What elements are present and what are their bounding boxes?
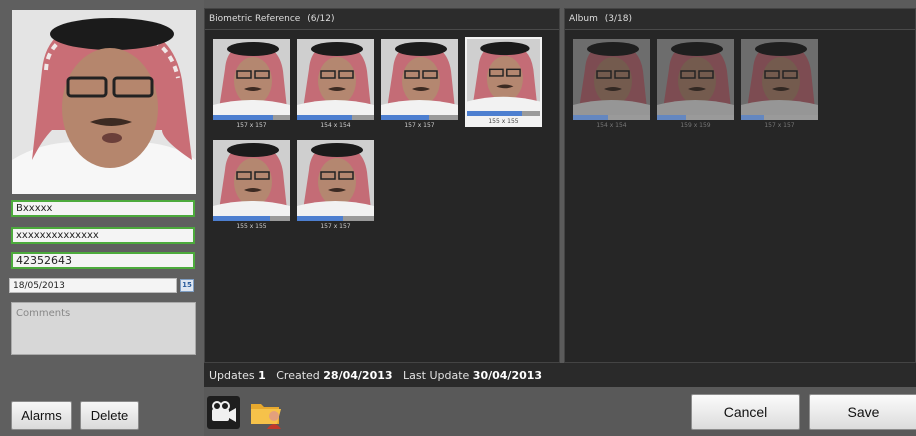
person-photo	[12, 10, 196, 194]
biometric-reference-quality-bar	[213, 216, 290, 221]
album-thumbnail[interactable]: 157 x 157	[741, 39, 818, 129]
biometric-reference-quality-bar-fill	[467, 111, 522, 116]
id-number-field[interactable]: xxxxxxxxxxxxxx	[11, 227, 195, 244]
biometric-reference-quality-bar	[297, 115, 374, 120]
biometric-reference-quality-bar-fill	[297, 115, 353, 120]
biometric-reference-panel: Biometric Reference (6/12) 157 x 157 154 …	[204, 8, 560, 363]
biometric-reference-quality-bar-fill	[297, 216, 344, 221]
biometric-reference-thumbnail[interactable]: 154 x 154	[297, 39, 374, 129]
album-quality-bar-fill	[573, 115, 608, 120]
biometric-reference-quality-bar	[213, 115, 290, 120]
biometric-reference-dimensions-label: 157 x 157	[320, 223, 351, 230]
biometric-reference-thumbnail[interactable]: 155 x 155	[213, 140, 290, 230]
last-update-value: 30/04/2013	[472, 369, 543, 382]
calendar-icon[interactable]: 15	[180, 279, 194, 292]
biometric-reference-face-image	[213, 140, 290, 216]
album-dimensions-label: 154 x 154	[596, 122, 627, 129]
save-button[interactable]: Save	[809, 394, 916, 430]
alarms-button[interactable]: Alarms	[11, 401, 72, 430]
biometric-reference-face-image	[297, 140, 374, 216]
album-face-image	[741, 39, 818, 115]
delete-button[interactable]: Delete	[80, 401, 139, 430]
biometric-reference-thumbnail[interactable]: 157 x 157	[297, 140, 374, 230]
biometric-reference-dimensions-label: 157 x 157	[236, 122, 267, 129]
date-field[interactable]: 18/05/2013	[9, 278, 177, 293]
album-thumbnail[interactable]: 154 x 154	[573, 39, 650, 129]
album-face-image	[657, 39, 734, 115]
biometric-reference-thumbnail[interactable]: 155 x 155	[465, 37, 542, 127]
biometric-reference-count: (6/12)	[307, 14, 335, 24]
person-details-panel: Bxxxxx xxxxxxxxxxxxxx 42352643 18/05/201…	[0, 0, 204, 436]
album-dimensions-label: 159 x 159	[680, 122, 711, 129]
biometric-reference-dimensions-label: 154 x 154	[320, 122, 351, 129]
biometric-reference-quality-bar-fill	[213, 216, 270, 221]
album-header: Album (3/18)	[565, 9, 915, 30]
album-quality-bar-fill	[741, 115, 765, 120]
biometric-reference-dimensions-label: 157 x 157	[404, 122, 435, 129]
biometric-reference-face-image	[467, 39, 540, 111]
biometric-reference-face-image	[213, 39, 290, 115]
album-face-image	[573, 39, 650, 115]
biometric-reference-dimensions-label: 155 x 155	[488, 118, 519, 125]
album-count: (3/18)	[604, 14, 632, 24]
biometric-reference-quality-bar	[467, 111, 540, 116]
status-bar: Updates 1 Created 28/04/2013 Last Update…	[204, 363, 916, 387]
created-value: 28/04/2013	[323, 369, 393, 382]
folder-person-icon[interactable]	[249, 396, 282, 429]
name-field[interactable]: Bxxxxx	[11, 200, 195, 217]
updates-label: Updates	[209, 369, 255, 382]
album-panel: Album (3/18) 154 x 154 159 x 159 157 x 157	[564, 8, 916, 363]
biometric-reference-quality-bar	[381, 115, 458, 120]
last-update-label: Last Update	[403, 369, 470, 382]
biometric-reference-dimensions-label: 155 x 155	[236, 223, 267, 230]
album-title: Album	[569, 14, 598, 24]
created-label: Created	[276, 369, 320, 382]
biometric-reference-face-image	[297, 39, 374, 115]
biometric-reference-quality-bar-fill	[213, 115, 274, 120]
updates-value: 1	[258, 369, 266, 382]
person-portrait-image	[12, 10, 196, 194]
album-quality-bar-fill	[657, 115, 687, 120]
biometric-reference-header: Biometric Reference (6/12)	[205, 9, 559, 30]
comments-field[interactable]: Comments	[11, 302, 196, 355]
video-camera-icon[interactable]	[207, 396, 240, 429]
biometric-reference-thumbnail[interactable]: 157 x 157	[381, 39, 458, 129]
album-thumbnail[interactable]: 159 x 159	[657, 39, 734, 129]
cancel-button[interactable]: Cancel	[691, 394, 800, 430]
biometric-reference-face-image	[381, 39, 458, 115]
biometric-reference-quality-bar-fill	[381, 115, 429, 120]
album-quality-bar	[741, 115, 818, 120]
album-dimensions-label: 157 x 157	[764, 122, 795, 129]
biometric-reference-quality-bar	[297, 216, 374, 221]
album-quality-bar	[657, 115, 734, 120]
album-quality-bar	[573, 115, 650, 120]
biometric-reference-title: Biometric Reference	[209, 14, 301, 24]
biometric-reference-thumbnail[interactable]: 157 x 157	[213, 39, 290, 129]
phone-field[interactable]: 42352643	[11, 252, 195, 269]
